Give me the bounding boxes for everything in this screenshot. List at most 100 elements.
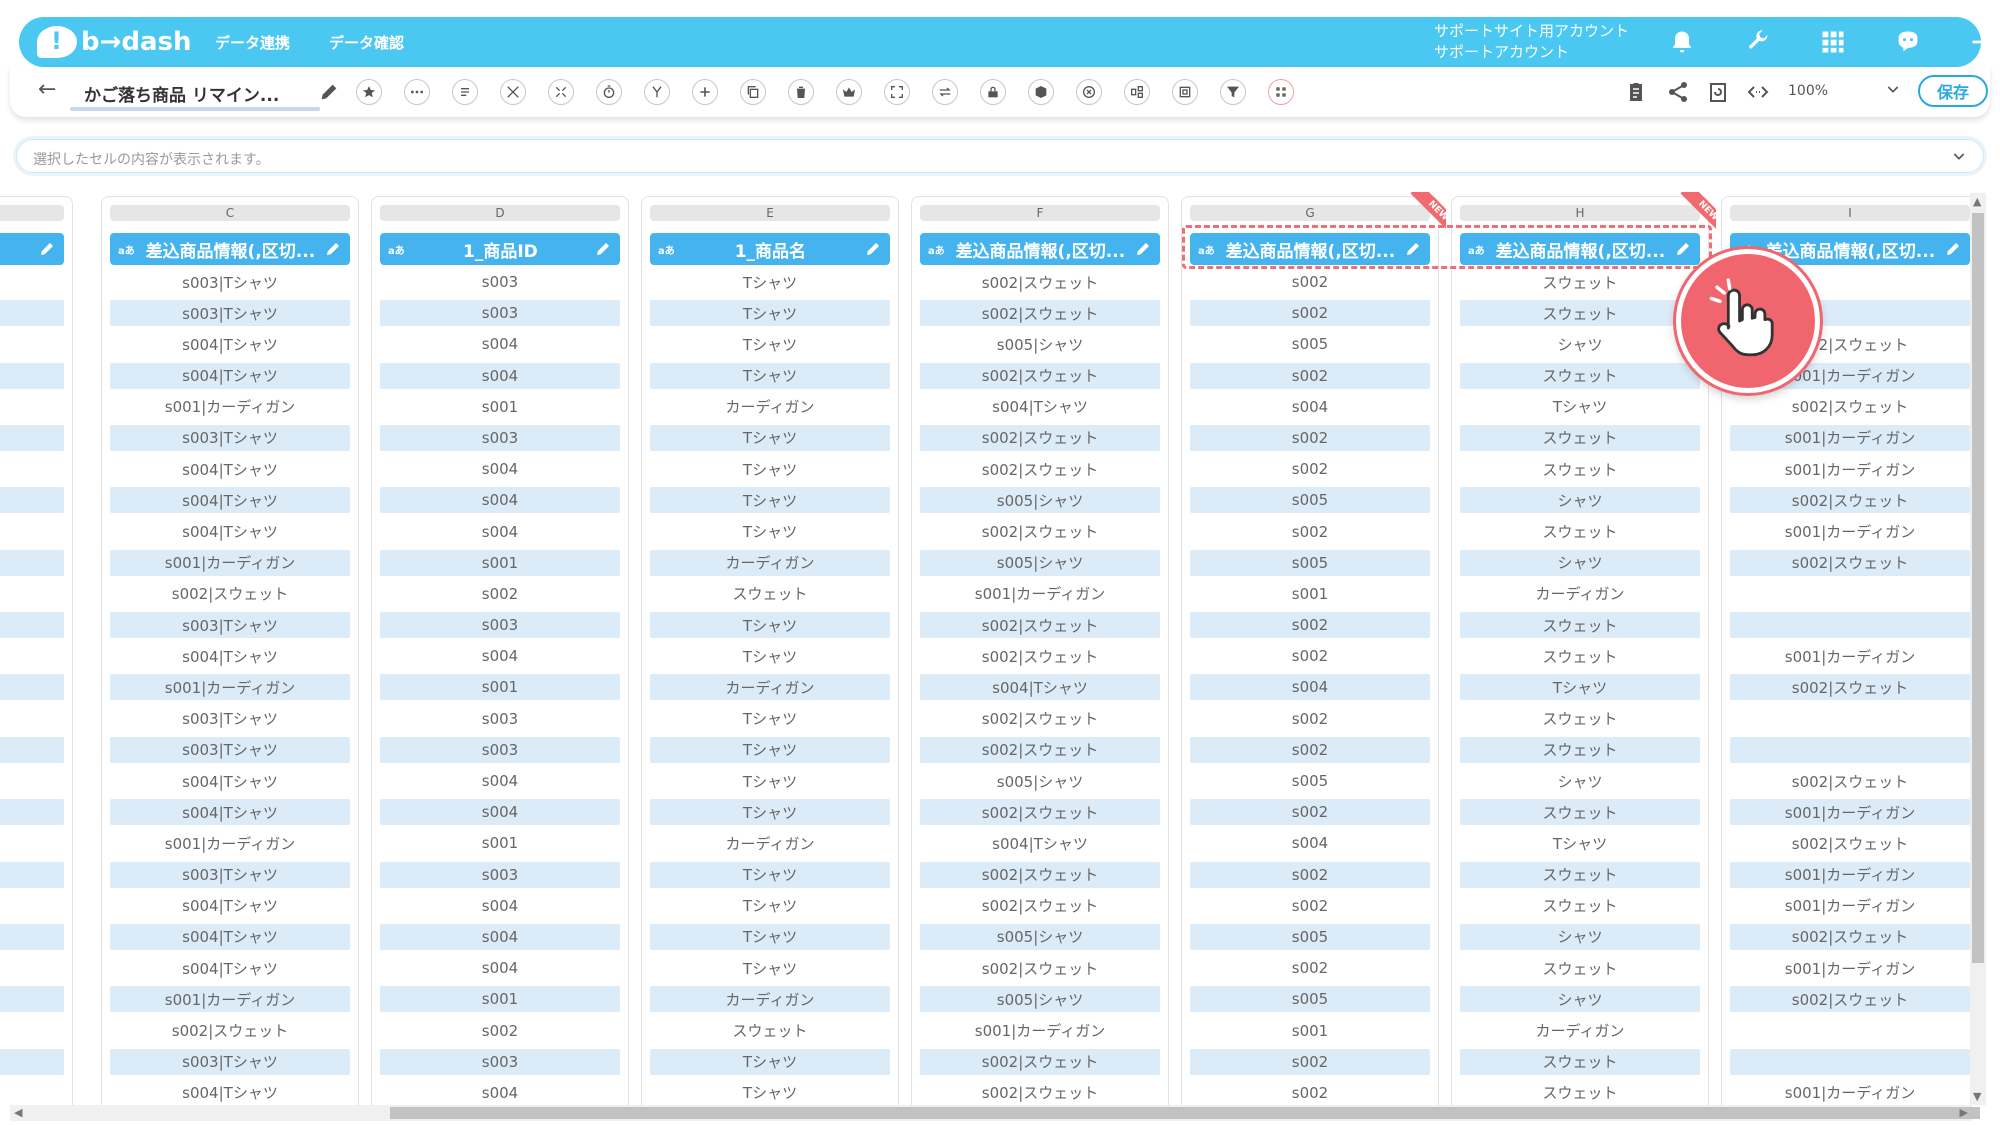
table-cell[interactable]: s004 <box>1190 394 1430 420</box>
horizontal-scroll-thumb[interactable] <box>390 1107 1980 1119</box>
table-cell[interactable]: s003 <box>380 861 620 888</box>
table-cell[interactable]: s001|カーディガン <box>1730 1080 1970 1106</box>
logout-icon[interactable] <box>1967 26 1999 58</box>
table-cell[interactable]: スウェット <box>1460 955 1700 981</box>
table-cell[interactable]: スウェット <box>1460 269 1700 295</box>
table-cell[interactable]: s003|Tシャツ <box>110 861 350 888</box>
table-cell[interactable]: スウェット <box>1460 893 1700 919</box>
table-cell[interactable]: .ウェッ... <box>0 799 64 826</box>
table-cell[interactable]: s002|スウェット <box>110 1018 350 1044</box>
table-cell[interactable]: s003|Tシャツ <box>110 612 350 639</box>
table-cell[interactable]: Tシャツ <box>650 861 890 888</box>
table-cell[interactable]: ャツ,s0... <box>0 331 64 357</box>
edit-column-icon[interactable] <box>324 240 342 258</box>
crown-icon[interactable] <box>836 79 862 105</box>
table-cell[interactable]: s003 <box>380 612 620 639</box>
scroll-up-icon[interactable]: ▲ <box>1973 195 1981 208</box>
table-cell[interactable]: s004|Tシャツ <box>110 456 350 482</box>
table-cell[interactable]: s002|スウェット <box>1730 394 1970 420</box>
table-cell[interactable]: s002|スウェット <box>920 456 1160 482</box>
table-cell[interactable]: s002|スウェット <box>920 1048 1160 1075</box>
grid-icon[interactable] <box>1817 26 1849 58</box>
table-cell[interactable]: カーディガン <box>650 830 890 856</box>
table-cell[interactable]: s002 <box>380 1018 620 1044</box>
table-cell[interactable]: スウェット <box>1460 861 1700 888</box>
table-cell[interactable]: s004 <box>380 331 620 357</box>
column-letter[interactable]: F <box>920 205 1160 221</box>
table-cell[interactable]: s004|Tシャツ <box>110 923 350 950</box>
column-header[interactable]: aあ差込商品情報(,区切... <box>920 233 1160 265</box>
table-cell[interactable]: .ウェッ... <box>0 861 64 888</box>
table-cell[interactable]: s004 <box>380 893 620 919</box>
column-b[interactable]: 切り) .ウェッ... .ウェッ... ャツ,s0... .ウェッ... 04|Tシ...… <box>0 196 73 1107</box>
table-cell[interactable]: スウェット <box>1460 519 1700 545</box>
scroll-right-icon[interactable]: ▶ <box>1960 1106 1968 1119</box>
table-cell[interactable]: s001|カーディガン <box>920 1018 1160 1044</box>
table-cell[interactable]: s005 <box>1190 986 1430 1013</box>
table-cell[interactable]: Tシャツ <box>1460 830 1700 856</box>
timer-icon[interactable] <box>596 79 622 105</box>
table-cell[interactable]: シャツ <box>1460 549 1700 576</box>
table-cell[interactable]: .ウェッ... <box>0 424 64 451</box>
table-cell[interactable]: s004|Tシャツ <box>110 331 350 357</box>
table-cell[interactable]: シャツ <box>1460 487 1700 514</box>
table-cell[interactable]: s002 <box>1190 612 1430 639</box>
edit-column-icon[interactable] <box>1134 240 1152 258</box>
column-g[interactable]: Gaあ 差込商品情報(,区切... NEW s002 s002 s005 s002 s004 s… <box>1181 192 1446 1107</box>
code-icon[interactable] <box>1744 78 1772 106</box>
branch-icon[interactable] <box>644 79 670 105</box>
table-cell[interactable]: s002|スウェット <box>920 424 1160 451</box>
table-cell[interactable]: シャツ <box>1460 986 1700 1013</box>
table-cell[interactable]: Tシャツ <box>650 612 890 639</box>
table-cell[interactable]: .ウェッ... <box>0 456 64 482</box>
table-cell[interactable]: カーディガン <box>650 394 890 420</box>
table-cell[interactable]: s002 <box>1190 269 1430 295</box>
table-cell[interactable]: s002|スウェット <box>920 893 1160 919</box>
column-f[interactable]: Faあ 差込商品情報(,区切... s002|スウェット s002|スウェット s005… <box>911 196 1169 1107</box>
table-cell[interactable]: s002|スウェット <box>1730 830 1970 856</box>
table-cell[interactable]: s003 <box>380 736 620 763</box>
column-letter[interactable]: C <box>110 205 350 221</box>
table-cell[interactable]: s002|スウェット <box>920 612 1160 639</box>
table-cell[interactable]: .ウェッ... <box>0 612 64 639</box>
table-cell[interactable]: s004 <box>380 799 620 826</box>
column-letter[interactable]: G <box>1190 205 1430 221</box>
table-cell[interactable]: s001 <box>380 830 620 856</box>
account-info[interactable]: サポートサイト用アカウント サポートアカウント <box>1434 21 1629 63</box>
table-cell[interactable]: Tシャツ <box>650 736 890 763</box>
table-cell[interactable] <box>1730 706 1970 732</box>
table-cell[interactable]: s001|カーディガン <box>110 830 350 856</box>
table-cell[interactable]: s005 <box>1190 331 1430 357</box>
table-cell[interactable]: スウェット <box>1460 643 1700 669</box>
column-e[interactable]: Eaあ 1_商品名 Tシャツ Tシャツ Tシャツ Tシャツ カーディガン Tシャツ Tシャツ Tシ… <box>641 196 899 1107</box>
table-cell[interactable]: s001|カーディガン <box>110 549 350 576</box>
table-cell[interactable]: s005|シャツ <box>920 487 1160 514</box>
table-cell[interactable]: s002 <box>1190 799 1430 826</box>
frame-icon[interactable] <box>1172 79 1198 105</box>
table-cell[interactable]: スウェット <box>1460 612 1700 639</box>
table-cell[interactable]: s002|スウェット <box>920 269 1160 295</box>
table-cell[interactable]: s001|カーディガン <box>1730 955 1970 981</box>
table-cell[interactable]: s003|Tシャツ <box>110 269 350 295</box>
table-cell[interactable] <box>1730 1048 1970 1075</box>
package-icon[interactable] <box>1028 79 1054 105</box>
table-cell[interactable]: s002 <box>1190 955 1430 981</box>
table-cell[interactable]: .ウェッ... <box>0 893 64 919</box>
table-cell[interactable]: s003 <box>380 706 620 732</box>
table-cell[interactable]: カーディガン <box>650 549 890 576</box>
chevron-down-icon[interactable] <box>1885 81 1901 101</box>
wrench-icon[interactable] <box>1742 26 1774 58</box>
table-cell[interactable]: s002|スウェット <box>920 955 1160 981</box>
table-cell[interactable]: .ウェッ... <box>0 1048 64 1075</box>
table-cell[interactable]: s002 <box>1190 643 1430 669</box>
table-cell[interactable]: s001|カーディガン <box>1730 861 1970 888</box>
column-letter[interactable]: E <box>650 205 890 221</box>
save-button[interactable]: 保存 <box>1918 75 1988 107</box>
table-cell[interactable]: s002|スウェット <box>1730 768 1970 794</box>
tools-icon[interactable] <box>500 79 526 105</box>
table-cell[interactable]: s005|シャツ <box>920 331 1160 357</box>
table-cell[interactable]: Tシャツ <box>650 1080 890 1106</box>
table-cell[interactable]: s002 <box>1190 362 1430 389</box>
more-icon[interactable] <box>404 79 430 105</box>
table-cell[interactable]: s004|Tシャツ <box>110 519 350 545</box>
